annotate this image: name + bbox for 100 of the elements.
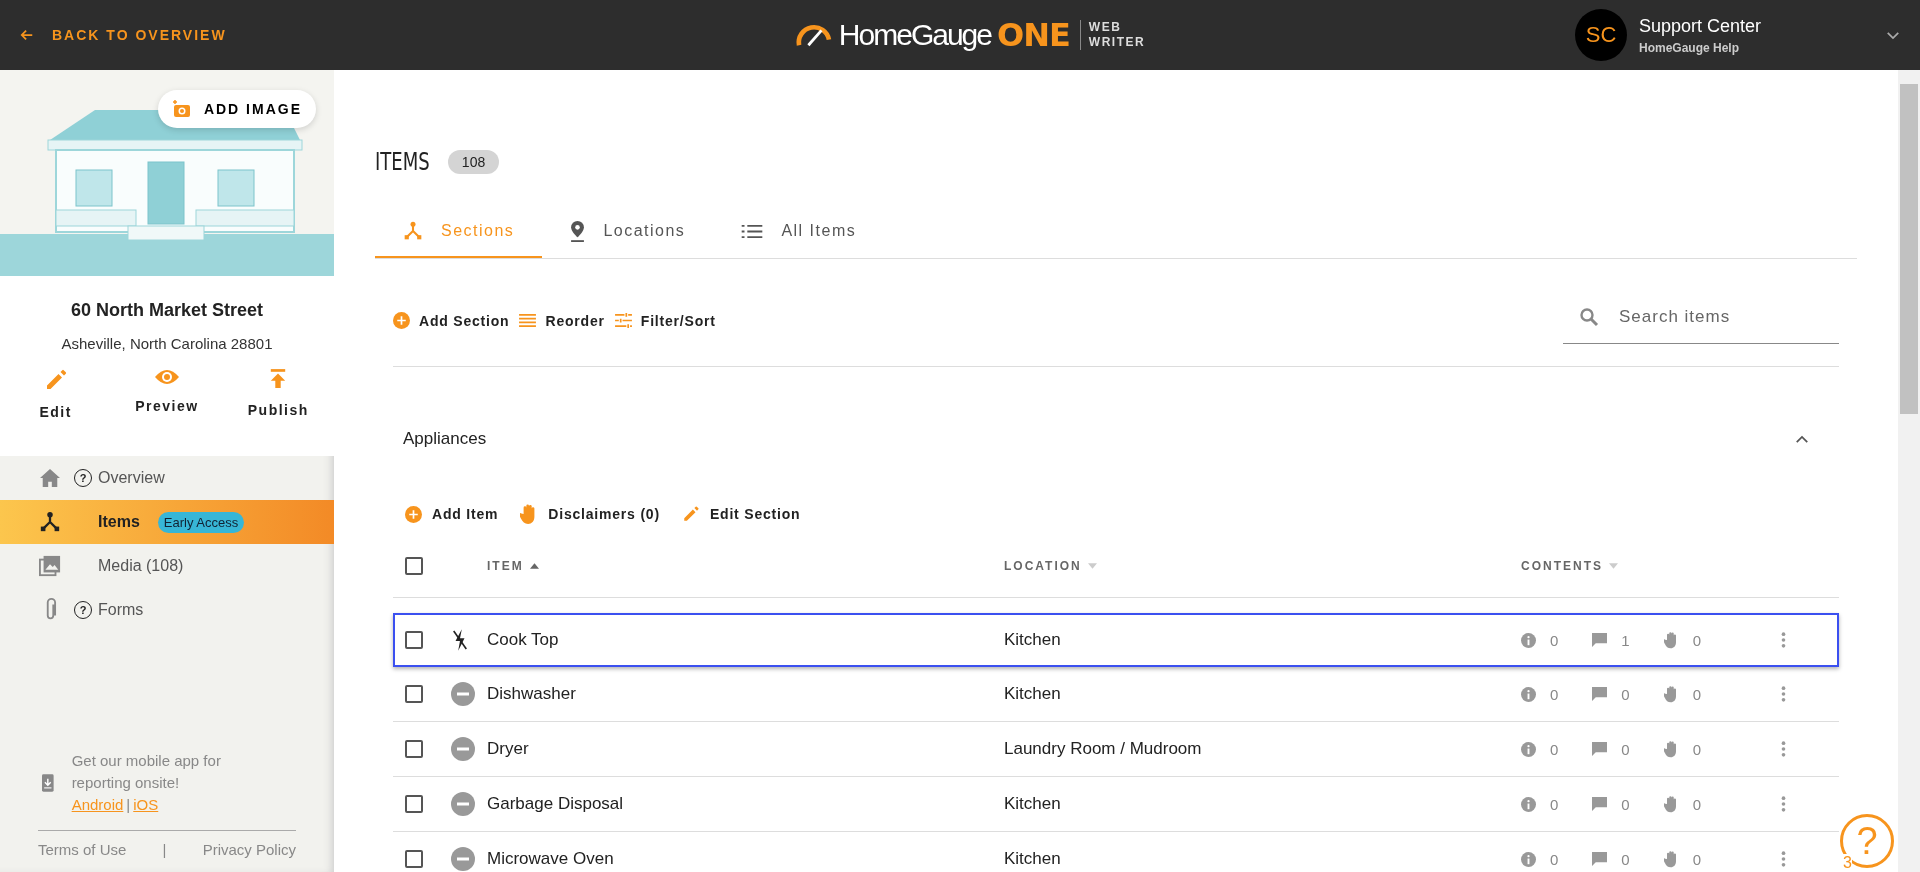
- crossed-bolt-icon: [451, 628, 469, 652]
- tab[interactable]: All Items: [713, 210, 885, 258]
- logo-text: HomeGauge: [838, 18, 991, 52]
- pencil-icon: [681, 505, 700, 523]
- add-image-button[interactable]: ADD IMAGE: [157, 90, 316, 128]
- item-location: Kitchen: [1004, 849, 1062, 869]
- table-row[interactable]: Microwave Oven Kitchen 0 0 0: [393, 832, 1839, 872]
- page-title: ITEMS: [375, 148, 430, 176]
- property-city: Asheville, North Carolina 28801: [60, 335, 274, 352]
- footer-separator: |: [162, 841, 167, 858]
- row-checkbox[interactable]: [405, 631, 423, 649]
- location-pin-icon: [570, 220, 586, 242]
- disclaimer-count: 0: [1692, 850, 1702, 868]
- branches-icon: [39, 511, 61, 533]
- action-label[interactable]: Preview: [135, 398, 199, 414]
- nav-item[interactable]: Media (108): [0, 544, 334, 588]
- disclaimer-count: 0: [1692, 740, 1702, 758]
- item-name: Garbage Disposal: [487, 794, 625, 814]
- user-avatar[interactable]: SC: [1575, 9, 1627, 61]
- camera-icon: [171, 100, 192, 118]
- section-action-button[interactable]: Disclaimers (0): [520, 501, 660, 527]
- toolbar-button[interactable]: Filter/Sort: [614, 310, 716, 331]
- item-name: Dryer: [487, 739, 530, 759]
- upload-icon[interactable]: [269, 368, 288, 390]
- item-location: Laundry Room / Mudroom: [1004, 739, 1203, 759]
- comment-icon: [1592, 741, 1608, 757]
- info-count: 0: [1550, 795, 1559, 813]
- item-count-badge: 108: [447, 150, 500, 174]
- logo-subtitle: WEB: [1088, 20, 1123, 35]
- property-address: 60 North Market Street: [69, 300, 265, 321]
- more-options-icon[interactable]: [1781, 850, 1786, 868]
- column-header[interactable]: ITEM: [487, 559, 1004, 573]
- item-name: Cook Top: [487, 630, 560, 650]
- comment-count: 0: [1621, 795, 1630, 813]
- focused-row[interactable]: Cook Top Kitchen 0 1 0: [393, 613, 1839, 667]
- info-count: 0: [1550, 685, 1559, 703]
- section-action-button[interactable]: Add Item: [405, 501, 499, 527]
- user-subtitle: HomeGauge Help: [1639, 40, 1741, 55]
- early-access-badge: Early Access: [157, 511, 245, 533]
- action-label[interactable]: Publish: [247, 402, 309, 418]
- column-header[interactable]: LOCATION: [1004, 559, 1521, 573]
- plus-circle-icon: [393, 312, 410, 329]
- comment-count: 0: [1621, 850, 1630, 868]
- back-link[interactable]: BACK TO OVERVIEW: [20, 27, 420, 43]
- nav-item[interactable]: Items Early Access: [0, 500, 334, 544]
- item-location: Kitchen: [1004, 684, 1062, 704]
- phone-download-icon: [42, 772, 54, 794]
- lines-icon: [519, 313, 537, 328]
- nav-item[interactable]: ? Overview: [0, 456, 334, 500]
- tab[interactable]: Locations: [542, 210, 714, 258]
- hand-icon: [1663, 685, 1679, 703]
- logo-accent: ONE: [996, 16, 1070, 54]
- item-name: Dishwasher: [487, 684, 577, 704]
- eye-icon[interactable]: [154, 368, 180, 386]
- table-row[interactable]: Dishwasher Kitchen 0 0 0: [393, 667, 1839, 722]
- comment-icon: [1592, 851, 1608, 867]
- table-row[interactable]: Dryer Laundry Room / Mudroom 0 0 0: [393, 722, 1839, 777]
- hand-icon: [1663, 740, 1679, 758]
- info-icon: [1521, 851, 1536, 867]
- table-row[interactable]: Garbage Disposal Kitchen 0 0 0: [393, 777, 1839, 832]
- row-checkbox[interactable]: [405, 795, 423, 813]
- toolbar-button[interactable]: Add Section: [393, 310, 510, 331]
- user-name: Support Center: [1639, 15, 1763, 37]
- toolbar-button[interactable]: Reorder: [519, 310, 605, 331]
- nav-item[interactable]: ? Forms: [0, 588, 334, 632]
- sliders-icon: [614, 313, 632, 328]
- minus-circle-icon: [451, 682, 475, 706]
- chevron-down-icon[interactable]: [1886, 30, 1900, 40]
- disclaimer-count: 0: [1692, 631, 1702, 649]
- column-header[interactable]: CONTENTS: [1521, 559, 1781, 573]
- comment-count: 0: [1621, 740, 1630, 758]
- app-promo-text: Get our mobile app for reporting onsite!: [71, 751, 222, 793]
- more-options-icon[interactable]: [1781, 740, 1786, 758]
- action-label[interactable]: Edit: [39, 404, 72, 420]
- comment-count: 1: [1621, 631, 1630, 649]
- minus-circle-icon: [451, 792, 475, 816]
- comment-icon: [1592, 686, 1608, 702]
- row-checkbox[interactable]: [405, 740, 423, 758]
- item-name: Microwave Oven: [487, 849, 615, 869]
- info-count: 0: [1550, 631, 1559, 649]
- section-action-button[interactable]: Edit Section: [681, 501, 801, 527]
- info-count: 0: [1550, 850, 1559, 868]
- select-all-checkbox[interactable]: [405, 557, 423, 575]
- more-options-icon[interactable]: [1781, 631, 1786, 649]
- chevron-up-icon[interactable]: [1795, 434, 1809, 444]
- comment-icon: [1592, 796, 1608, 812]
- minus-circle-icon: [451, 847, 475, 871]
- disclaimer-count: 0: [1692, 685, 1702, 703]
- more-options-icon[interactable]: [1781, 685, 1786, 703]
- row-checkbox[interactable]: [405, 850, 423, 868]
- info-icon: [1521, 741, 1536, 757]
- scrollbar[interactable]: [1898, 70, 1920, 872]
- list-icon: [741, 223, 764, 239]
- hand-icon: [1663, 850, 1679, 868]
- more-options-icon[interactable]: [1781, 795, 1786, 813]
- info-count: 0: [1550, 740, 1559, 758]
- minus-circle-icon: [451, 737, 475, 761]
- item-location: Kitchen: [1004, 630, 1062, 650]
- section-title: Appliances: [403, 429, 487, 449]
- row-checkbox[interactable]: [405, 685, 423, 703]
